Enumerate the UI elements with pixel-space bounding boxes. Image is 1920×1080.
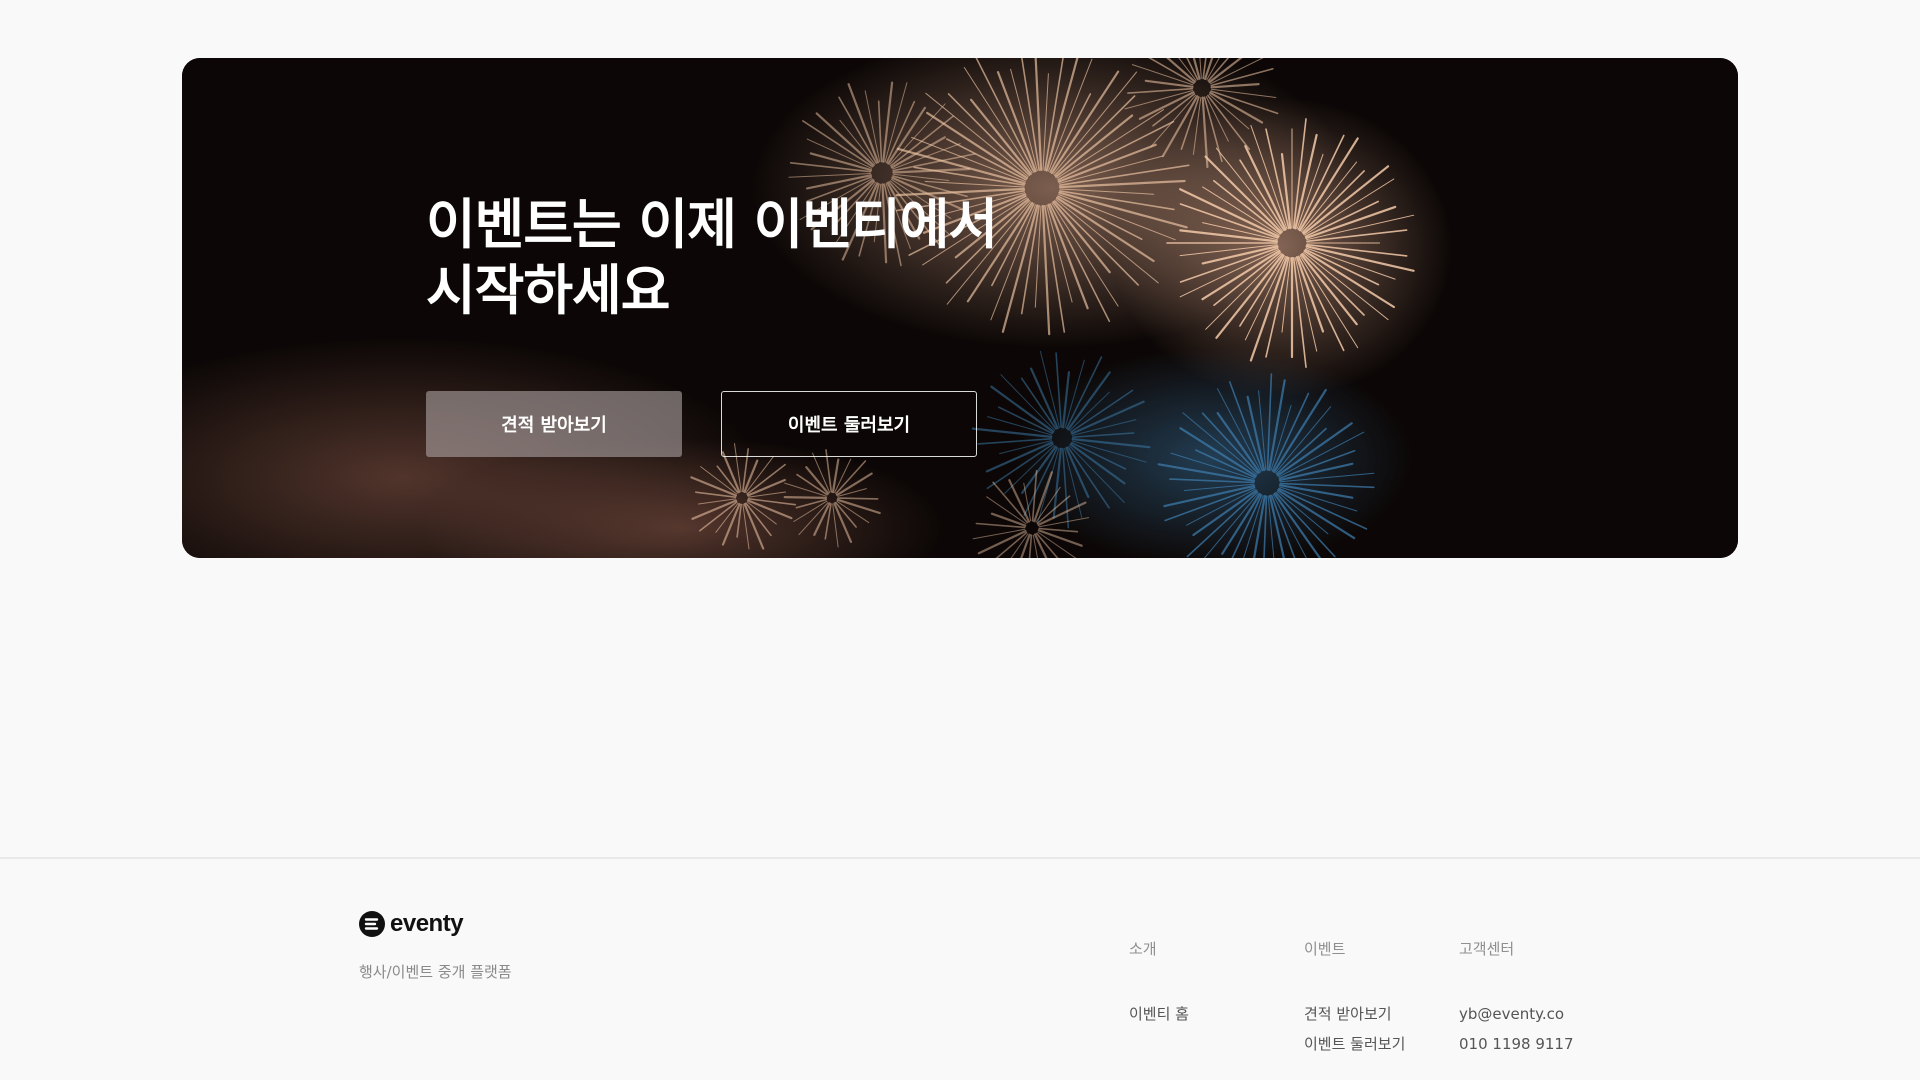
footer-link-browse-events[interactable]: 이벤트 둘러보기 <box>1304 1029 1405 1059</box>
footer-link-eventy-home[interactable]: 이벤티 홈 <box>1129 999 1189 1029</box>
footer-column-support: 고객센터 yb@eventy.co 010 1198 9117 <box>1459 938 1574 1059</box>
hero-title-line1: 이벤트는 이제 이벤티에서 <box>426 193 998 256</box>
footer-link-get-quote[interactable]: 견적 받아보기 <box>1304 999 1405 1029</box>
get-quote-button[interactable]: 견적 받아보기 <box>426 391 682 457</box>
footer-heading-support: 고객센터 <box>1459 940 1515 958</box>
footer-divider <box>0 857 1920 859</box>
hero-title: 이벤트는 이제 이벤티에서 시작하세요 <box>426 192 998 324</box>
eventy-logo-icon <box>359 911 385 937</box>
footer-link-phone[interactable]: 010 1198 9117 <box>1459 1029 1574 1059</box>
footer-column-event: 이벤트 견적 받아보기 이벤트 둘러보기 <box>1304 938 1405 1059</box>
footer-link-email[interactable]: yb@eventy.co <box>1459 999 1574 1029</box>
page: 이벤트는 이제 이벤티에서 시작하세요 견적 받아보기 이벤트 둘러보기 eve… <box>0 0 1920 1080</box>
footer-column-about: 소개 이벤티 홈 <box>1129 938 1189 1029</box>
footer-heading-event: 이벤트 <box>1304 940 1346 958</box>
eventy-logo[interactable]: eventy <box>358 910 464 938</box>
hero-banner: 이벤트는 이제 이벤티에서 시작하세요 견적 받아보기 이벤트 둘러보기 <box>182 58 1738 558</box>
firework-streak <box>837 497 879 500</box>
footer-tagline: 행사/이벤트 중개 플랫폼 <box>359 963 512 981</box>
hero-title-line2: 시작하세요 <box>426 259 670 322</box>
browse-events-button[interactable]: 이벤트 둘러보기 <box>721 391 977 457</box>
logo-text: eventy <box>390 910 464 937</box>
footer-heading-about: 소개 <box>1129 940 1157 958</box>
firework-streak <box>783 496 828 499</box>
